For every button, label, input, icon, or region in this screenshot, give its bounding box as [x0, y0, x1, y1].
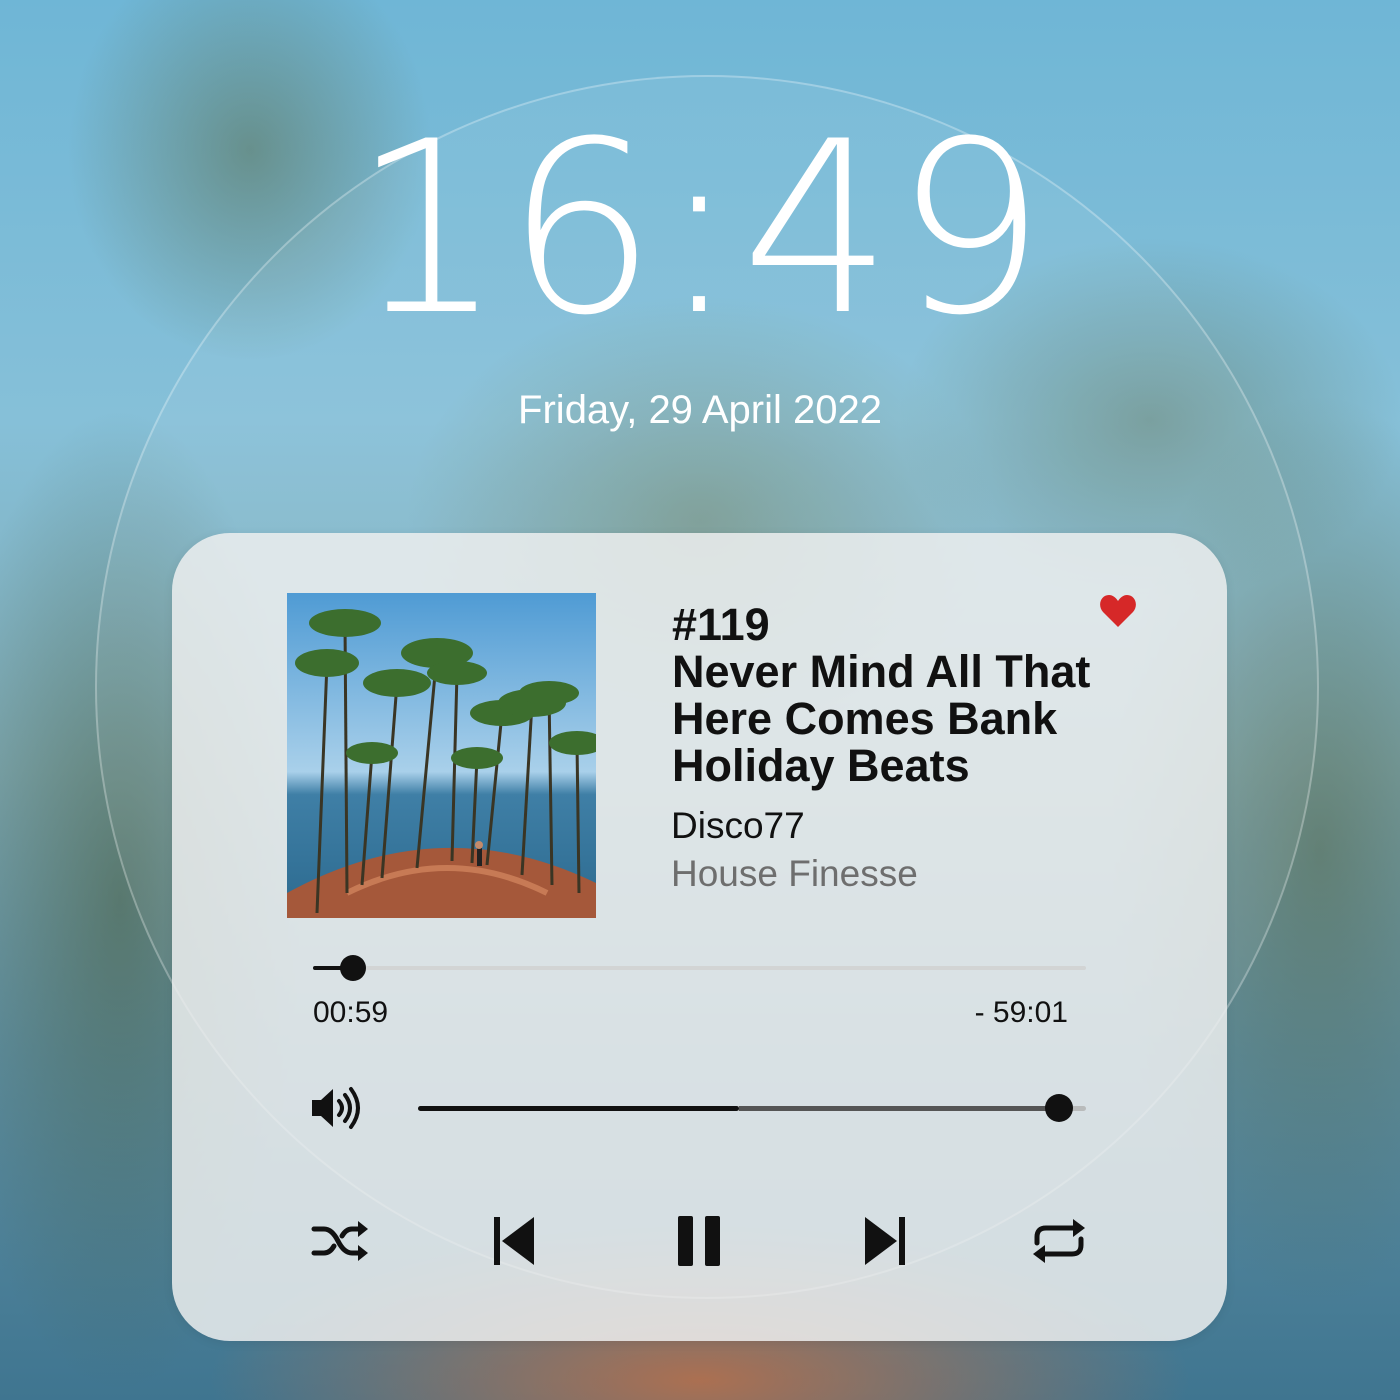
- lock-screen-clock: 16:49: [352, 91, 1048, 368]
- episode-number: #119: [672, 599, 770, 650]
- track-title: Never Mind All That Here Comes Bank Holi…: [672, 646, 1091, 791]
- volume-icon[interactable]: [310, 1083, 364, 1133]
- playback-progress-slider[interactable]: [313, 955, 1086, 981]
- volume-level-mid: [739, 1106, 1059, 1111]
- lock-screen-date: Friday, 29 April 2022: [518, 388, 882, 432]
- pause-icon: [678, 1216, 720, 1266]
- next-button[interactable]: [855, 1213, 915, 1269]
- remaining-time: - 59:01: [974, 996, 1068, 1029]
- track-album: House Finesse: [671, 853, 918, 894]
- shuffle-button[interactable]: [310, 1213, 370, 1269]
- track-artist: Disco77: [671, 805, 805, 846]
- track-title-block: #119 Never Mind All That Here Comes Bank…: [672, 601, 1172, 789]
- skip-next-icon: [865, 1217, 905, 1265]
- repeat-icon: [1033, 1219, 1085, 1263]
- progress-track: [313, 966, 1086, 970]
- volume-slider[interactable]: [418, 1094, 1086, 1122]
- album-art: [287, 593, 596, 918]
- pause-button[interactable]: [669, 1213, 729, 1269]
- progress-knob[interactable]: [340, 955, 366, 981]
- elapsed-time: 00:59: [313, 996, 389, 1029]
- skip-previous-icon: [494, 1217, 534, 1265]
- volume-fill: [418, 1106, 739, 1111]
- now-playing-card: #119 Never Mind All That Here Comes Bank…: [172, 533, 1227, 1341]
- volume-knob[interactable]: [1045, 1094, 1073, 1122]
- shuffle-icon: [311, 1221, 368, 1261]
- repeat-button[interactable]: [1029, 1213, 1089, 1269]
- previous-button[interactable]: [484, 1213, 544, 1269]
